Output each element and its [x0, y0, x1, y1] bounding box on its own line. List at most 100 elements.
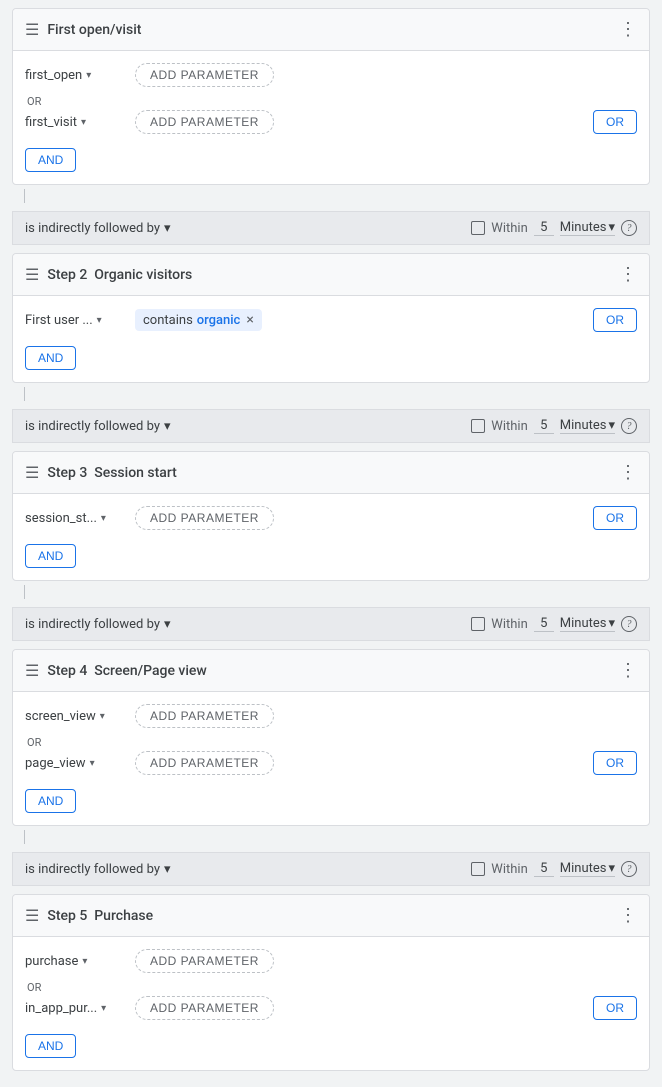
- help-icon-3[interactable]: ?: [621, 616, 637, 632]
- step-4-add-param-btn-1[interactable]: ADD PARAMETER: [135, 704, 274, 728]
- step-3-event-name-1: session_st...: [25, 511, 97, 526]
- step-2-event-label-1: First user ... ▾: [25, 313, 135, 328]
- step-4-and-button[interactable]: AND: [25, 789, 76, 813]
- followed-by-arrow-1: ▾: [164, 221, 171, 236]
- step-3-more-icon[interactable]: ⋮: [619, 462, 637, 483]
- step-1-add-param-btn-2[interactable]: ADD PARAMETER: [135, 110, 274, 134]
- within-checkbox-2[interactable]: [471, 419, 485, 433]
- within-unit-4[interactable]: Minutes ▾: [560, 861, 615, 877]
- step-5-or-button[interactable]: OR: [593, 996, 637, 1020]
- within-checkbox-4[interactable]: [471, 862, 485, 876]
- followed-by-1: is indirectly followed by ▾ Within 5 Min…: [12, 211, 650, 245]
- step-block-5: ☰ Step 5 Purchase ⋮ purchase ▾ ADD PARAM…: [0, 894, 662, 1071]
- followed-by-bar-4: is indirectly followed by ▾ Within 5 Min…: [0, 852, 662, 886]
- step-5-title: Step 5 Purchase: [47, 908, 619, 924]
- followed-by-label-1: is indirectly followed by: [25, 221, 160, 236]
- followed-by-4: is indirectly followed by ▾ Within 5 Min…: [12, 852, 650, 886]
- step-2-header: ☰ Step 2 Organic visitors ⋮: [13, 254, 649, 296]
- step-5-and-button[interactable]: AND: [25, 1034, 76, 1058]
- step-1-drag-icon: ☰: [25, 20, 39, 39]
- step-1-title: First open/visit: [47, 22, 619, 38]
- step-5-header: ☰ Step 5 Purchase ⋮: [13, 895, 649, 937]
- followed-by-select-1[interactable]: is indirectly followed by ▾: [25, 221, 171, 236]
- step-2-body: First user ... ▾ contains organic × OR A…: [13, 296, 649, 382]
- step-5-event-row-2: in_app_pur... ▾ ADD PARAMETER OR: [25, 996, 637, 1020]
- step-4-more-icon[interactable]: ⋮: [619, 660, 637, 681]
- help-icon-4[interactable]: ?: [621, 861, 637, 877]
- step-5-more-icon[interactable]: ⋮: [619, 905, 637, 926]
- followed-by-2: is indirectly followed by ▾ Within 5 Min…: [12, 409, 650, 443]
- step-4-or-button[interactable]: OR: [593, 751, 637, 775]
- step-4-header: ☰ Step 4 Screen/Page view ⋮: [13, 650, 649, 692]
- followed-by-select-2[interactable]: is indirectly followed by ▾: [25, 419, 171, 434]
- step-3-add-param-btn-1[interactable]: ADD PARAMETER: [135, 506, 274, 530]
- step-2-connector-line: [0, 383, 662, 401]
- within-number-4: 5: [534, 861, 554, 877]
- help-icon-1[interactable]: ?: [621, 220, 637, 236]
- step-2-event-dropdown-1[interactable]: ▾: [97, 315, 102, 326]
- step-5-event-dropdown-1[interactable]: ▾: [82, 956, 87, 967]
- within-label-2: Within: [491, 419, 527, 434]
- step-5-event-label-2: in_app_pur... ▾: [25, 1001, 135, 1016]
- step-2-and-button[interactable]: AND: [25, 346, 76, 370]
- within-checkbox-1[interactable]: [471, 221, 485, 235]
- step-1-event-label-1: first_open ▾: [25, 68, 135, 83]
- within-section-3: Within 5 Minutes ▾ ?: [471, 616, 637, 632]
- step-3-connector-line: [0, 581, 662, 599]
- step-5-body: purchase ▾ ADD PARAMETER OR in_app_pur..…: [13, 937, 649, 1070]
- step-2-or-button[interactable]: OR: [593, 308, 637, 332]
- step-1-event-name-2: first_visit: [25, 115, 77, 130]
- within-unit-arrow-3: ▾: [608, 616, 615, 631]
- followed-by-arrow-2: ▾: [164, 419, 171, 434]
- within-number-3: 5: [534, 616, 554, 632]
- followed-by-select-3[interactable]: is indirectly followed by ▾: [25, 617, 171, 632]
- followed-by-bar-2: is indirectly followed by ▾ Within 5 Min…: [0, 409, 662, 443]
- step-4-connector-line: [0, 826, 662, 844]
- step-5-event-dropdown-2[interactable]: ▾: [101, 1003, 106, 1014]
- step-5-add-param-btn-2[interactable]: ADD PARAMETER: [135, 996, 274, 1020]
- within-checkbox-3[interactable]: [471, 617, 485, 631]
- within-unit-1[interactable]: Minutes ▾: [560, 220, 615, 236]
- step-4-event-dropdown-1[interactable]: ▾: [100, 711, 105, 722]
- step-3-event-dropdown-1[interactable]: ▾: [101, 513, 106, 524]
- step-1-and-button[interactable]: AND: [25, 148, 76, 172]
- step-3-and-button[interactable]: AND: [25, 544, 76, 568]
- step-block-1: ☰ First open/visit ⋮ first_open ▾ ADD PA…: [0, 8, 662, 203]
- step-1-add-param-btn-1[interactable]: ADD PARAMETER: [135, 63, 274, 87]
- within-unit-2[interactable]: Minutes ▾: [560, 418, 615, 434]
- followed-by-label-4: is indirectly followed by: [25, 862, 160, 877]
- step-4-event-row-1: screen_view ▾ ADD PARAMETER: [25, 704, 637, 728]
- step-2-event-row-1: First user ... ▾ contains organic × OR: [25, 308, 637, 332]
- step-card-3: ☰ Step 3 Session start ⋮ session_st... ▾…: [12, 451, 650, 581]
- within-section-2: Within 5 Minutes ▾ ?: [471, 418, 637, 434]
- followed-by-label-3: is indirectly followed by: [25, 617, 160, 632]
- contains-close-btn[interactable]: ×: [246, 312, 253, 328]
- step-1-line: [24, 189, 25, 203]
- step-4-event-label-2: page_view ▾: [25, 756, 135, 771]
- step-5-event-name-1: purchase: [25, 954, 78, 969]
- within-unit-3[interactable]: Minutes ▾: [560, 616, 615, 632]
- within-section-1: Within 5 Minutes ▾ ?: [471, 220, 637, 236]
- step-5-drag-icon: ☰: [25, 906, 39, 925]
- step-4-line: [24, 830, 25, 844]
- step-1-more-icon[interactable]: ⋮: [619, 19, 637, 40]
- step-5-add-param-btn-1[interactable]: ADD PARAMETER: [135, 949, 274, 973]
- step-2-contains-tag: contains organic ×: [135, 309, 262, 331]
- contains-value: organic: [197, 313, 241, 328]
- step-1-event-dropdown-2[interactable]: ▾: [81, 117, 86, 128]
- step-1-event-dropdown-1[interactable]: ▾: [86, 70, 91, 81]
- step-1-body: first_open ▾ ADD PARAMETER OR first_visi…: [13, 51, 649, 184]
- help-icon-2[interactable]: ?: [621, 418, 637, 434]
- step-1-or-button[interactable]: OR: [593, 110, 637, 134]
- step-4-add-param-btn-2[interactable]: ADD PARAMETER: [135, 751, 274, 775]
- followed-by-select-4[interactable]: is indirectly followed by ▾: [25, 862, 171, 877]
- step-4-or-label: OR: [25, 734, 637, 751]
- step-2-more-icon[interactable]: ⋮: [619, 264, 637, 285]
- step-3-title: Step 3 Session start: [47, 465, 619, 481]
- step-3-drag-icon: ☰: [25, 463, 39, 482]
- step-3-or-button[interactable]: OR: [593, 506, 637, 530]
- followed-by-arrow-4: ▾: [164, 862, 171, 877]
- step-4-event-dropdown-2[interactable]: ▾: [90, 758, 95, 769]
- within-unit-arrow-2: ▾: [608, 418, 615, 433]
- step-4-event-name-1: screen_view: [25, 709, 96, 724]
